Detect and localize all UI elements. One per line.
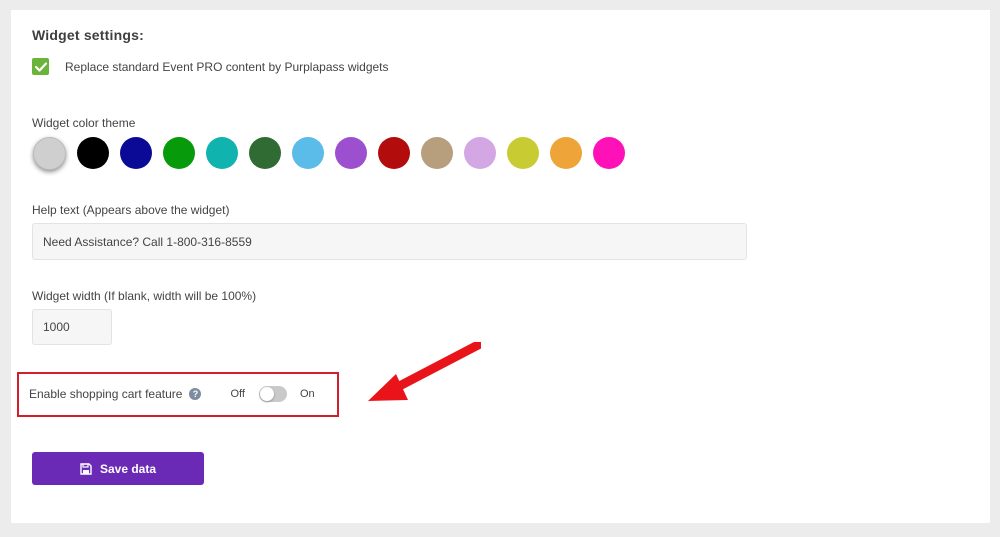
replace-content-checkbox[interactable] bbox=[32, 58, 49, 75]
settings-panel: Widget settings: Replace standard Event … bbox=[11, 10, 990, 523]
color-swatch[interactable] bbox=[163, 137, 195, 169]
help-text-label: Help text (Appears above the widget) bbox=[32, 203, 230, 217]
red-arrow-icon bbox=[368, 342, 481, 401]
toggle-knob bbox=[259, 387, 274, 401]
color-swatch[interactable] bbox=[292, 137, 324, 169]
color-swatch[interactable] bbox=[206, 137, 238, 169]
color-swatch[interactable] bbox=[249, 137, 281, 169]
question-circle-icon[interactable]: ? bbox=[189, 388, 202, 400]
shopping-cart-row: Enable shopping cart feature ? Off On bbox=[29, 386, 315, 402]
color-swatch-list bbox=[32, 137, 635, 170]
replace-content-label: Replace standard Event PRO content by Pu… bbox=[65, 59, 389, 74]
color-swatch[interactable] bbox=[77, 137, 109, 169]
toggle-on-label: On bbox=[299, 388, 315, 400]
color-swatch[interactable] bbox=[120, 137, 152, 169]
save-data-button[interactable]: Save data bbox=[32, 452, 204, 485]
color-swatch[interactable] bbox=[378, 137, 410, 169]
color-theme-label: Widget color theme bbox=[32, 116, 136, 130]
color-swatch[interactable] bbox=[464, 137, 496, 169]
save-data-label: Save data bbox=[99, 461, 157, 476]
color-swatch[interactable] bbox=[507, 137, 539, 169]
color-swatch[interactable] bbox=[421, 137, 453, 169]
color-swatch[interactable] bbox=[335, 137, 367, 169]
checkmark-icon bbox=[34, 61, 47, 72]
help-text-input[interactable] bbox=[32, 223, 747, 260]
color-swatch[interactable] bbox=[33, 137, 66, 170]
color-swatch[interactable] bbox=[550, 137, 582, 169]
replace-content-row: Replace standard Event PRO content by Pu… bbox=[32, 58, 389, 75]
toggle-off-label: Off bbox=[230, 388, 245, 400]
section-title: Widget settings: bbox=[32, 27, 144, 43]
widget-width-input[interactable] bbox=[32, 309, 112, 345]
widget-width-label: Widget width (If blank, width will be 10… bbox=[32, 289, 257, 303]
shopping-cart-label: Enable shopping cart feature bbox=[29, 387, 183, 401]
save-icon bbox=[80, 462, 92, 475]
color-swatch[interactable] bbox=[593, 137, 625, 169]
shopping-cart-toggle[interactable] bbox=[258, 386, 287, 402]
